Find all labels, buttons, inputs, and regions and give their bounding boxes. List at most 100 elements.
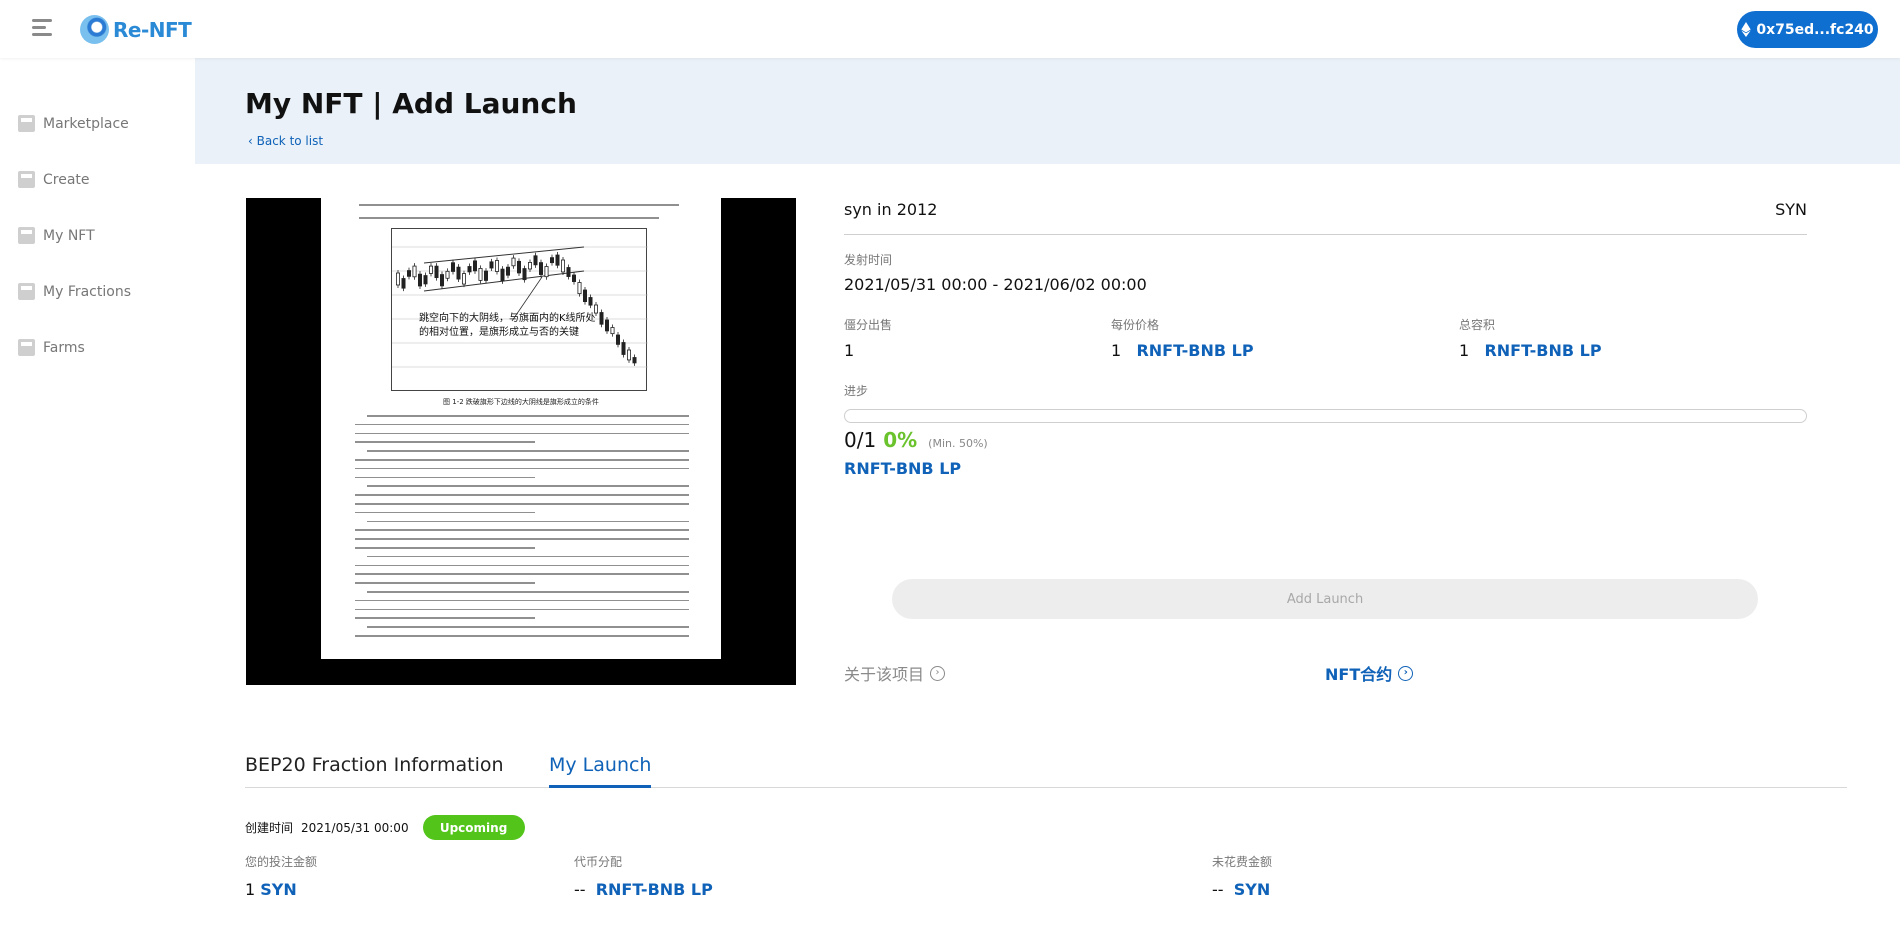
candle-body [456, 266, 461, 280]
tab-bep20-fraction-information[interactable]: BEP20 Fraction Information [245, 754, 504, 788]
page-text-line [367, 626, 689, 628]
wallet-button[interactable]: 0x75ed...fc240 [1737, 11, 1878, 48]
page-text-line [355, 441, 535, 443]
page-text-line [355, 582, 535, 584]
candle-body [495, 260, 500, 272]
candle-body [406, 270, 411, 277]
candle-body [626, 349, 631, 361]
distribution-token-link[interactable]: RNFT-BNB LP [596, 880, 713, 899]
page-text-line [355, 432, 689, 435]
candle-body [423, 275, 428, 285]
page-text-line [355, 423, 689, 426]
candle-body [599, 312, 604, 325]
figure-title: 图 1-2 跌破旗形下边线的大阴线是旗形成立的条件 [443, 398, 599, 406]
arrow-circle-icon: › [1398, 665, 1414, 681]
page-text-line [355, 511, 535, 514]
progress-bar [844, 409, 1807, 423]
unspent-token-link[interactable]: SYN [1234, 880, 1271, 899]
launch-time-label: 发射时间 [844, 253, 893, 267]
page-title: My NFT | Add Launch [245, 87, 577, 120]
menu-toggle-icon[interactable] [32, 17, 56, 39]
candle-body [610, 327, 615, 335]
sidebar-item-label: Create [43, 171, 90, 188]
total-amount: 1 [1459, 341, 1470, 360]
candle-body [533, 255, 538, 266]
logo-icon [80, 15, 109, 44]
nft-document-page: 跳空向下的大阴线，与旗面内的K线所处的相对位置，是旗形成立与否的关键 图 1-2… [321, 198, 721, 659]
page-text-line [355, 529, 689, 531]
candle-body [538, 262, 543, 275]
page-text-line [355, 476, 535, 479]
add-launch-button[interactable]: Add Launch [892, 579, 1758, 619]
sidebar-item-my-fractions[interactable]: My Fractions [18, 283, 131, 300]
distribution-label: 代币分配 [574, 855, 623, 869]
candle-body [467, 266, 472, 273]
candle-body [478, 268, 483, 281]
bet-amount: 1 [245, 880, 256, 899]
candle-body [517, 260, 522, 274]
candle-body [577, 282, 582, 295]
page-text-line [367, 450, 689, 452]
page-text-line [355, 599, 689, 602]
page-text-line [355, 467, 689, 470]
candle-body [462, 273, 467, 285]
total-token-link[interactable]: RNFT-BNB LP [1484, 341, 1601, 360]
nft-contract-link[interactable]: NFT合约 › [1325, 661, 1414, 685]
sidebar-item-marketplace[interactable]: Marketplace [18, 115, 129, 132]
page-text-line [355, 564, 689, 567]
candle-body [417, 273, 422, 287]
created-label: 创建时间 [245, 821, 294, 835]
candle-body [396, 272, 401, 286]
sidebar-item-label: Marketplace [43, 115, 129, 132]
chevron-left-icon: ‹ [248, 134, 257, 148]
page-text-line [367, 555, 689, 558]
page-text-line [355, 635, 689, 637]
page-text-line [355, 608, 689, 611]
candle-body [440, 274, 445, 287]
page-text-line [355, 494, 689, 496]
total-value: 1 RNFT-BNB LP [1459, 341, 1602, 360]
ethereum-icon [1741, 22, 1752, 37]
nft-name: syn in 2012 [844, 200, 938, 219]
page-text-line [355, 573, 689, 575]
tab-my-launch[interactable]: My Launch [549, 754, 652, 788]
shares-value: 1 [844, 341, 855, 360]
info-tabs: BEP20 Fraction Information My Launch [245, 754, 1847, 788]
sidebar-item-label: My Fractions [43, 283, 131, 300]
price-token-link[interactable]: RNFT-BNB LP [1136, 341, 1253, 360]
sidebar-item-create[interactable]: Create [18, 171, 90, 188]
page-text-line [355, 503, 689, 505]
sidebar-item-label: Farms [43, 339, 85, 356]
candle-body [621, 342, 626, 355]
sidebar-item-label: My NFT [43, 227, 95, 244]
candle-body [412, 265, 417, 278]
page-text-line [367, 591, 689, 593]
app-logo[interactable]: Re-NFT [80, 15, 192, 44]
about-project-link[interactable]: 关于该项目 › [844, 661, 946, 685]
nft-contract-label: NFT合约 [1325, 665, 1393, 684]
candle-body [489, 261, 494, 269]
created-time: 2021/05/31 00:00 [301, 820, 409, 835]
progress-count: 0/1 [844, 428, 877, 452]
unspent-label: 未花费金额 [1212, 855, 1273, 869]
back-to-list-link[interactable]: ‹ Back to list [248, 134, 323, 148]
sidebar-item-my-nft[interactable]: My NFT [18, 227, 95, 244]
page-text-line [355, 547, 535, 549]
nft-title-row: syn in 2012 SYN [844, 200, 1807, 235]
top-bar: Re-NFT 0x75ed...fc240 [0, 0, 1900, 58]
sidebar-item-farms[interactable]: Farms [18, 339, 85, 356]
page-text-line [367, 415, 689, 417]
bet-token-link[interactable]: SYN [260, 880, 297, 899]
candle-body [527, 262, 532, 270]
candle-body [604, 319, 609, 332]
candlestick-figure [391, 228, 648, 391]
candle-body [401, 278, 406, 289]
candle-body [544, 266, 549, 278]
created-row: 创建时间 2021/05/31 00:00 Upcoming [245, 815, 525, 840]
shares-label: 僵分出售 [844, 318, 893, 332]
candle-body [506, 266, 511, 276]
progress-label: 进步 [844, 384, 869, 398]
total-label: 总容积 [1459, 318, 1496, 332]
token-link[interactable]: RNFT-BNB LP [844, 459, 961, 478]
unspent-value: -- SYN [1212, 880, 1270, 899]
